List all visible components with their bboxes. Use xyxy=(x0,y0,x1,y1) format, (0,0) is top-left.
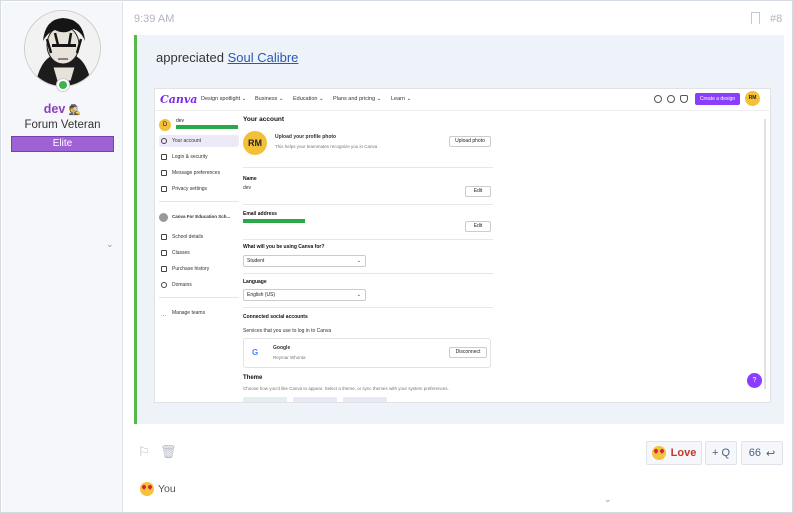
theme-option xyxy=(343,397,387,402)
canva-logo: Canva xyxy=(160,93,198,106)
account-heading: Your account xyxy=(243,116,285,123)
heart-eyes-icon xyxy=(140,482,154,496)
canva-topbar: Canva Design spotlight ⌄ Business ⌄ Educ… xyxy=(155,89,770,111)
user-banner: Elite xyxy=(11,136,114,152)
gear-icon xyxy=(667,95,675,103)
upload-photo-button: Upload photo xyxy=(449,136,491,147)
nav-design-spotlight: Design spotlight ⌄ xyxy=(201,96,247,102)
sidebar-avatar: D xyxy=(159,119,171,131)
redacted-email-bar xyxy=(243,219,305,223)
post-text: appreciated Soul Calibre xyxy=(156,50,298,65)
name-value: dev xyxy=(243,185,252,191)
sidebar-item-purchases: Purchase history xyxy=(159,263,239,275)
trash-icon[interactable]: 🗑 xyxy=(160,444,177,460)
attached-screenshot[interactable]: Canva Design spotlight ⌄ Business ⌄ Educ… xyxy=(154,88,771,403)
reactions-bar[interactable]: You xyxy=(140,482,176,496)
theme-subtitle: Choose how you'd like Canva to appear. S… xyxy=(243,386,449,391)
theme-heading: Theme xyxy=(243,375,263,381)
google-user: Reymar Whonta xyxy=(273,355,306,360)
quoted-user-link[interactable]: Soul Calibre xyxy=(228,50,299,65)
post-body: appreciated Soul Calibre Canva Design sp… xyxy=(134,35,784,424)
profile-photo: RM xyxy=(243,131,267,155)
nav-education: Education ⌄ xyxy=(293,96,324,102)
sidebar-username: dev xyxy=(176,118,185,124)
post-timestamp[interactable]: 9:39 AM xyxy=(134,13,174,25)
theme-option xyxy=(243,397,287,402)
sidebar-team: Canva For Education Sch... xyxy=(159,211,239,223)
google-name: Google xyxy=(273,345,291,351)
reply-arrow-icon: ↩ xyxy=(766,447,776,460)
divider xyxy=(243,273,493,274)
sidebar-item-classes: Classes xyxy=(159,247,239,259)
canva-avatar: RM xyxy=(745,91,760,106)
help-icon xyxy=(654,95,662,103)
language-select: English (US) ⌄ xyxy=(243,289,366,301)
sidebar-item-school: School details xyxy=(159,231,239,243)
canva-account-panel: Your account RM Upload your profile phot… xyxy=(243,111,763,402)
username[interactable]: dev 🕵 xyxy=(2,102,123,116)
divider xyxy=(243,307,493,308)
email-label: Email address xyxy=(243,211,277,217)
forum-post: dev 🕵 Forum Veteran Elite ⌄ 9:39 AM #8 a… xyxy=(0,0,793,513)
online-status-icon xyxy=(56,78,70,92)
nav-business: Business ⌄ xyxy=(255,96,284,102)
create-design-button: Create a design xyxy=(695,93,740,105)
sidebar-item-privacy: Privacy settings xyxy=(159,183,239,195)
photo-subtitle: This helps your teammates recognize you … xyxy=(275,144,378,149)
photo-title: Upload your profile photo xyxy=(275,134,337,140)
heart-eyes-icon xyxy=(651,446,666,460)
scrollbar xyxy=(764,119,766,389)
divider xyxy=(243,204,493,205)
google-account-card: G Google Reymar Whonta Disconnect xyxy=(243,338,491,368)
avatar[interactable] xyxy=(24,10,101,87)
use-label: What will you be using Canva for? xyxy=(243,244,325,250)
post-main: 9:39 AM #8 appreciated Soul Calibre Canv… xyxy=(124,2,793,512)
social-heading: Connected social accounts xyxy=(243,314,308,320)
social-subtitle: Services that you use to log in to Canva xyxy=(243,328,332,334)
sidebar-item-manage-teams: ··· Manage teams xyxy=(161,310,206,319)
reply-button[interactable]: 66 ↩ xyxy=(741,441,783,465)
sidebar-item-login: Login & security xyxy=(159,151,239,163)
redacted-bar xyxy=(176,125,238,129)
google-icon: G xyxy=(252,348,259,357)
edit-email-button: Edit xyxy=(465,221,491,232)
nav-plans: Plans and pricing ⌄ xyxy=(333,96,382,102)
report-flag-icon[interactable]: ⚐ xyxy=(138,444,150,460)
disconnect-button: Disconnect xyxy=(449,347,487,358)
nav-learn: Learn ⌄ xyxy=(391,96,412,102)
divider xyxy=(243,167,493,168)
bookmark-icon[interactable] xyxy=(751,12,760,24)
sidebar-item-your-account: Your account xyxy=(159,135,239,147)
user-title: Forum Veteran xyxy=(24,119,101,131)
chevron-down-icon: ⌄ xyxy=(604,494,612,504)
divider xyxy=(243,239,493,240)
sidebar-item-domains: Domains xyxy=(159,279,239,291)
love-reaction-button[interactable]: Love xyxy=(646,441,702,465)
user-info-column: dev 🕵 Forum Veteran Elite ⌄ xyxy=(2,2,123,512)
edit-name-button: Edit xyxy=(465,186,491,197)
theme-option xyxy=(293,397,337,402)
language-label: Language xyxy=(243,279,267,285)
post-number[interactable]: #8 xyxy=(770,13,782,25)
use-select: Student ⌄ xyxy=(243,255,366,267)
divider xyxy=(159,201,239,202)
bell-icon xyxy=(680,95,688,103)
help-button: ? xyxy=(747,373,762,388)
canva-sidebar: D dev Your account Login & security Mess… xyxy=(155,111,243,402)
name-label: Name xyxy=(243,176,257,182)
multiquote-button[interactable]: + Q xyxy=(705,441,737,465)
divider xyxy=(159,297,239,298)
sidebar-item-messages: Message preferences xyxy=(159,167,239,179)
chevron-down-icon: ⌄ xyxy=(106,239,114,249)
action-text: appreciated xyxy=(156,50,224,65)
